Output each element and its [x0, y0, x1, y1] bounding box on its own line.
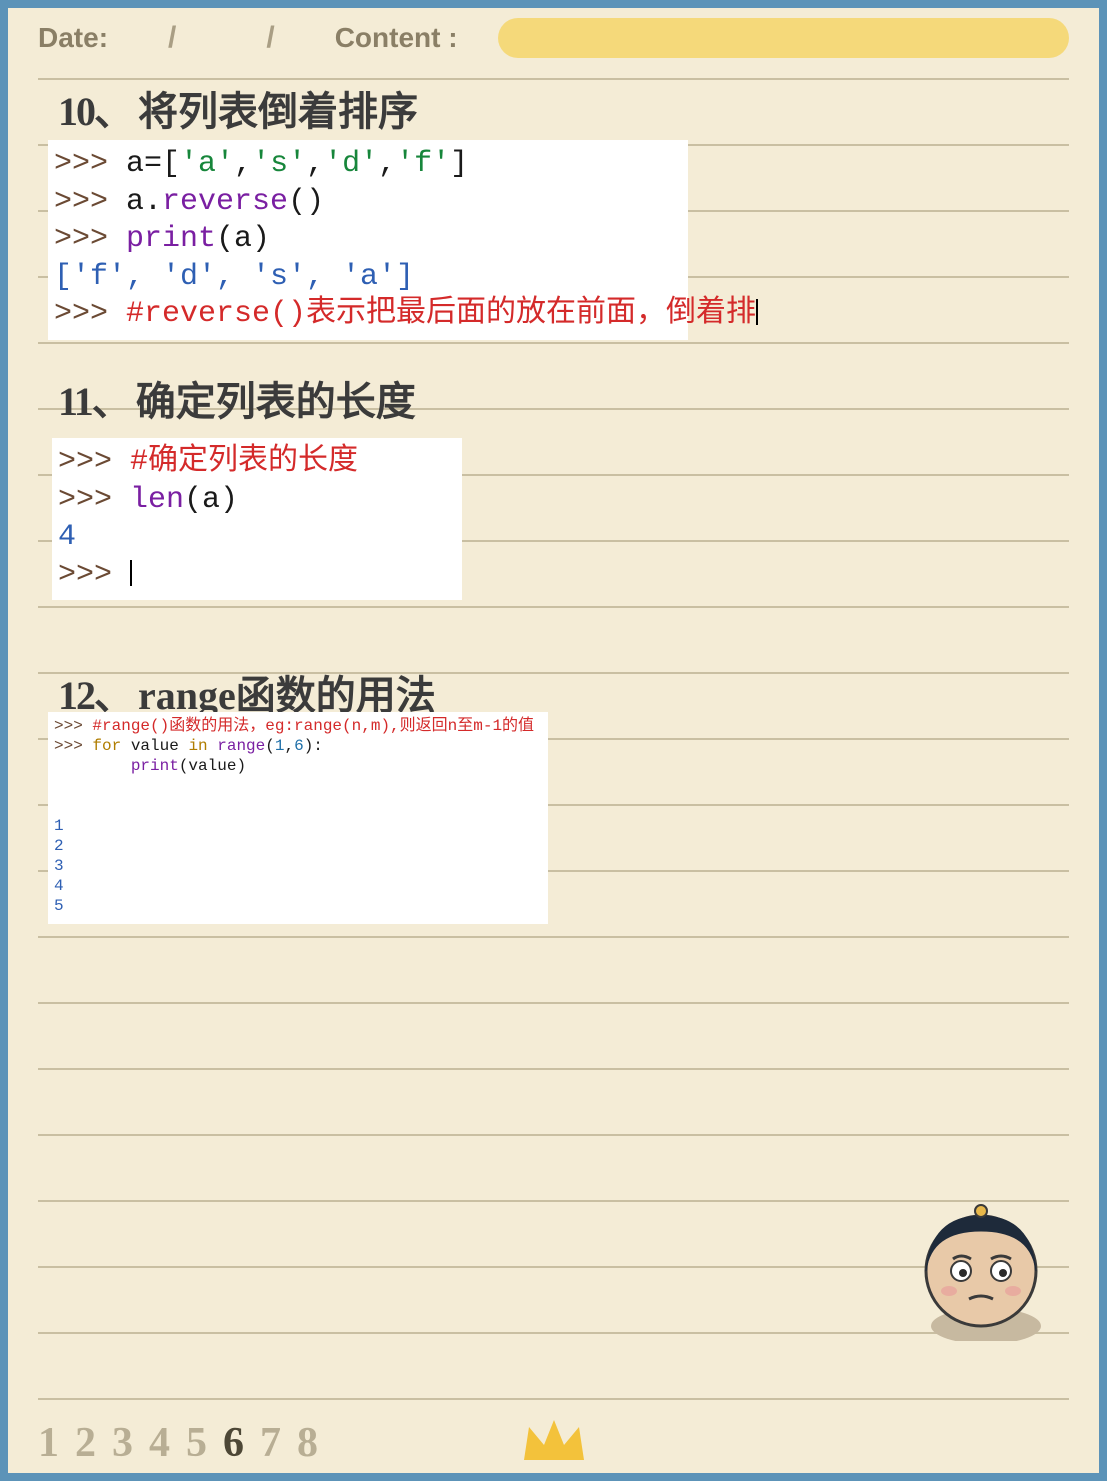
page-7[interactable]: 7 — [260, 1420, 297, 1466]
code-output: 3 — [54, 856, 542, 876]
code-block-11: >>> #确定列表的长度 >>> len(a) 4 >>> — [52, 438, 462, 600]
section-10-title: 将列表倒着排序 — [138, 89, 418, 134]
code-line: >>> a.reverse() — [54, 184, 682, 222]
section-11-title: 确定列表的长度 — [136, 379, 416, 424]
page-5[interactable]: 5 — [186, 1420, 223, 1466]
notebook-page: Date: / / Content : 10、将列表倒着排序 >>> a=['a… — [8, 8, 1099, 1473]
avatar-icon — [891, 1201, 1051, 1341]
page-6-current[interactable]: 6 — [223, 1420, 260, 1466]
code-blank — [54, 796, 542, 816]
text-cursor — [130, 560, 132, 586]
crown-icon — [519, 1415, 589, 1465]
code-output: 2 — [54, 836, 542, 856]
date-slash-2: / — [266, 21, 274, 55]
code-line: >>> #确定列表的长度 — [58, 444, 456, 482]
code-line: >>> for value in range(1,6): — [54, 736, 542, 756]
code-line: >>> — [58, 557, 456, 595]
section-11-heading: 11、确定列表的长度 — [38, 378, 416, 426]
code-line: print(value) — [54, 756, 542, 776]
text-cursor — [756, 299, 758, 325]
code-line: >>> print(a) — [54, 221, 682, 259]
page-number-strip: 12345678 — [38, 1419, 334, 1467]
content-field[interactable] — [498, 18, 1069, 58]
page-1[interactable]: 1 — [38, 1420, 75, 1466]
code-output: 4 — [58, 519, 456, 557]
lined-paper: 10、将列表倒着排序 >>> a=['a','s','d','f'] >>> a… — [38, 78, 1069, 1403]
page-3[interactable]: 3 — [112, 1420, 149, 1466]
code-output: 1 — [54, 816, 542, 836]
code-line: >>> #reverse()表示把最后面的放在前面，倒着排 — [54, 296, 682, 334]
date-slash-1: / — [168, 21, 176, 55]
page-2[interactable]: 2 — [75, 1420, 112, 1466]
code-line: >>> a=['a','s','d','f'] — [54, 146, 682, 184]
code-output: 4 — [54, 876, 542, 896]
code-line: >>> len(a) — [58, 482, 456, 520]
content-label: Content : — [335, 22, 458, 54]
page-8[interactable]: 8 — [297, 1420, 334, 1466]
section-10-heading: 10、将列表倒着排序 — [38, 88, 418, 136]
code-block-12: >>> #range()函数的用法，eg:range(n,m),则返回n至m-1… — [48, 712, 548, 924]
date-label: Date: — [38, 22, 108, 54]
code-output: ['f', 'd', 's', 'a'] — [54, 259, 682, 297]
code-output: 5 — [54, 896, 542, 916]
page-4[interactable]: 4 — [149, 1420, 186, 1466]
code-blank — [54, 776, 542, 796]
header-bar: Date: / / Content : — [8, 8, 1099, 68]
section-10-number: 10、 — [58, 89, 132, 134]
code-line: >>> #range()函数的用法，eg:range(n,m),则返回n至m-1… — [54, 716, 542, 736]
section-11-number: 11、 — [58, 379, 130, 424]
code-block-10: >>> a=['a','s','d','f'] >>> a.reverse() … — [48, 140, 688, 340]
